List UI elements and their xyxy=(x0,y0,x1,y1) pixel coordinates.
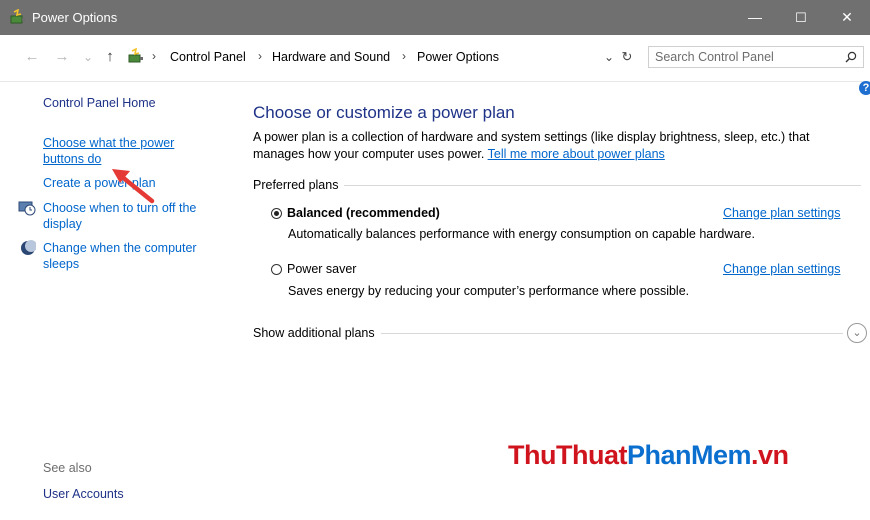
search-icon[interactable] xyxy=(845,51,857,63)
close-button[interactable]: ✕ xyxy=(824,0,870,35)
expand-chevron-icon[interactable]: ⌄ xyxy=(847,323,867,343)
power-saver-change-settings-link[interactable]: Change plan settings xyxy=(723,262,840,276)
additional-plans-label[interactable]: Show additional plans xyxy=(253,326,381,340)
power-saver-radio[interactable] xyxy=(271,264,282,275)
recent-locations-button[interactable]: ⌄ xyxy=(80,47,96,67)
red-arrow-annotation xyxy=(112,169,155,204)
sidebar-link-computer-sleeps[interactable]: Change when the computer sleeps xyxy=(43,240,223,272)
refresh-button[interactable]: ↻ xyxy=(619,47,635,67)
power-saver-plan-description: Saves energy by reducing your computer’s… xyxy=(288,284,690,298)
search-box xyxy=(648,46,864,68)
title-bar: Power Options — ☐ ✕ xyxy=(0,0,870,35)
preferred-plans-label: Preferred plans xyxy=(253,178,345,192)
moon-icon xyxy=(21,240,36,255)
page-description: A power plan is a collection of hardware… xyxy=(253,129,853,163)
breadcrumb-hardware-and-sound[interactable]: Hardware and Sound xyxy=(272,50,390,64)
watermark-part2: PhanMem xyxy=(626,440,752,470)
forward-button[interactable]: → xyxy=(54,47,70,67)
balanced-plan-description: Automatically balances performance with … xyxy=(288,227,755,241)
power-options-icon xyxy=(10,9,25,24)
see-also-label: See also xyxy=(43,461,92,475)
window-title: Power Options xyxy=(32,10,118,25)
watermark: ThuThuatPhanMem.vn xyxy=(508,440,789,471)
breadcrumb-power-options[interactable]: Power Options xyxy=(417,50,499,64)
help-icon[interactable]: ? xyxy=(859,81,870,95)
balanced-radio[interactable] xyxy=(271,208,282,219)
address-bar: ← → ⌄ ↑ › Control Panel › Hardware and S… xyxy=(0,35,870,82)
learn-more-link[interactable]: Tell me more about power plans xyxy=(488,147,665,161)
watermark-part1: ThuThuat xyxy=(508,440,627,470)
up-button[interactable]: ↑ xyxy=(102,47,118,67)
breadcrumb-separator[interactable]: › xyxy=(152,49,156,63)
power-saver-plan-name[interactable]: Power saver xyxy=(287,262,356,276)
watermark-part3: .vn xyxy=(751,440,789,470)
breadcrumb-control-panel[interactable]: Control Panel xyxy=(170,50,246,64)
search-input[interactable] xyxy=(655,49,830,65)
display-icon xyxy=(18,201,36,216)
balanced-change-settings-link[interactable]: Change plan settings xyxy=(723,206,840,220)
page-title: Choose or customize a power plan xyxy=(253,103,515,122)
breadcrumb: › Control Panel › Hardware and Sound › P… xyxy=(130,46,640,70)
back-button[interactable]: ← xyxy=(24,47,40,67)
user-accounts-link[interactable]: User Accounts xyxy=(43,486,124,502)
balanced-plan-name[interactable]: Balanced (recommended) xyxy=(287,206,440,220)
control-panel-home-link[interactable]: Control Panel Home xyxy=(43,95,156,111)
minimize-button[interactable]: — xyxy=(732,0,778,35)
maximize-button[interactable]: ☐ xyxy=(778,0,824,35)
breadcrumb-separator[interactable]: › xyxy=(402,49,406,63)
breadcrumb-separator[interactable]: › xyxy=(258,49,262,63)
address-dropdown-button[interactable]: ⌄ xyxy=(601,47,617,67)
